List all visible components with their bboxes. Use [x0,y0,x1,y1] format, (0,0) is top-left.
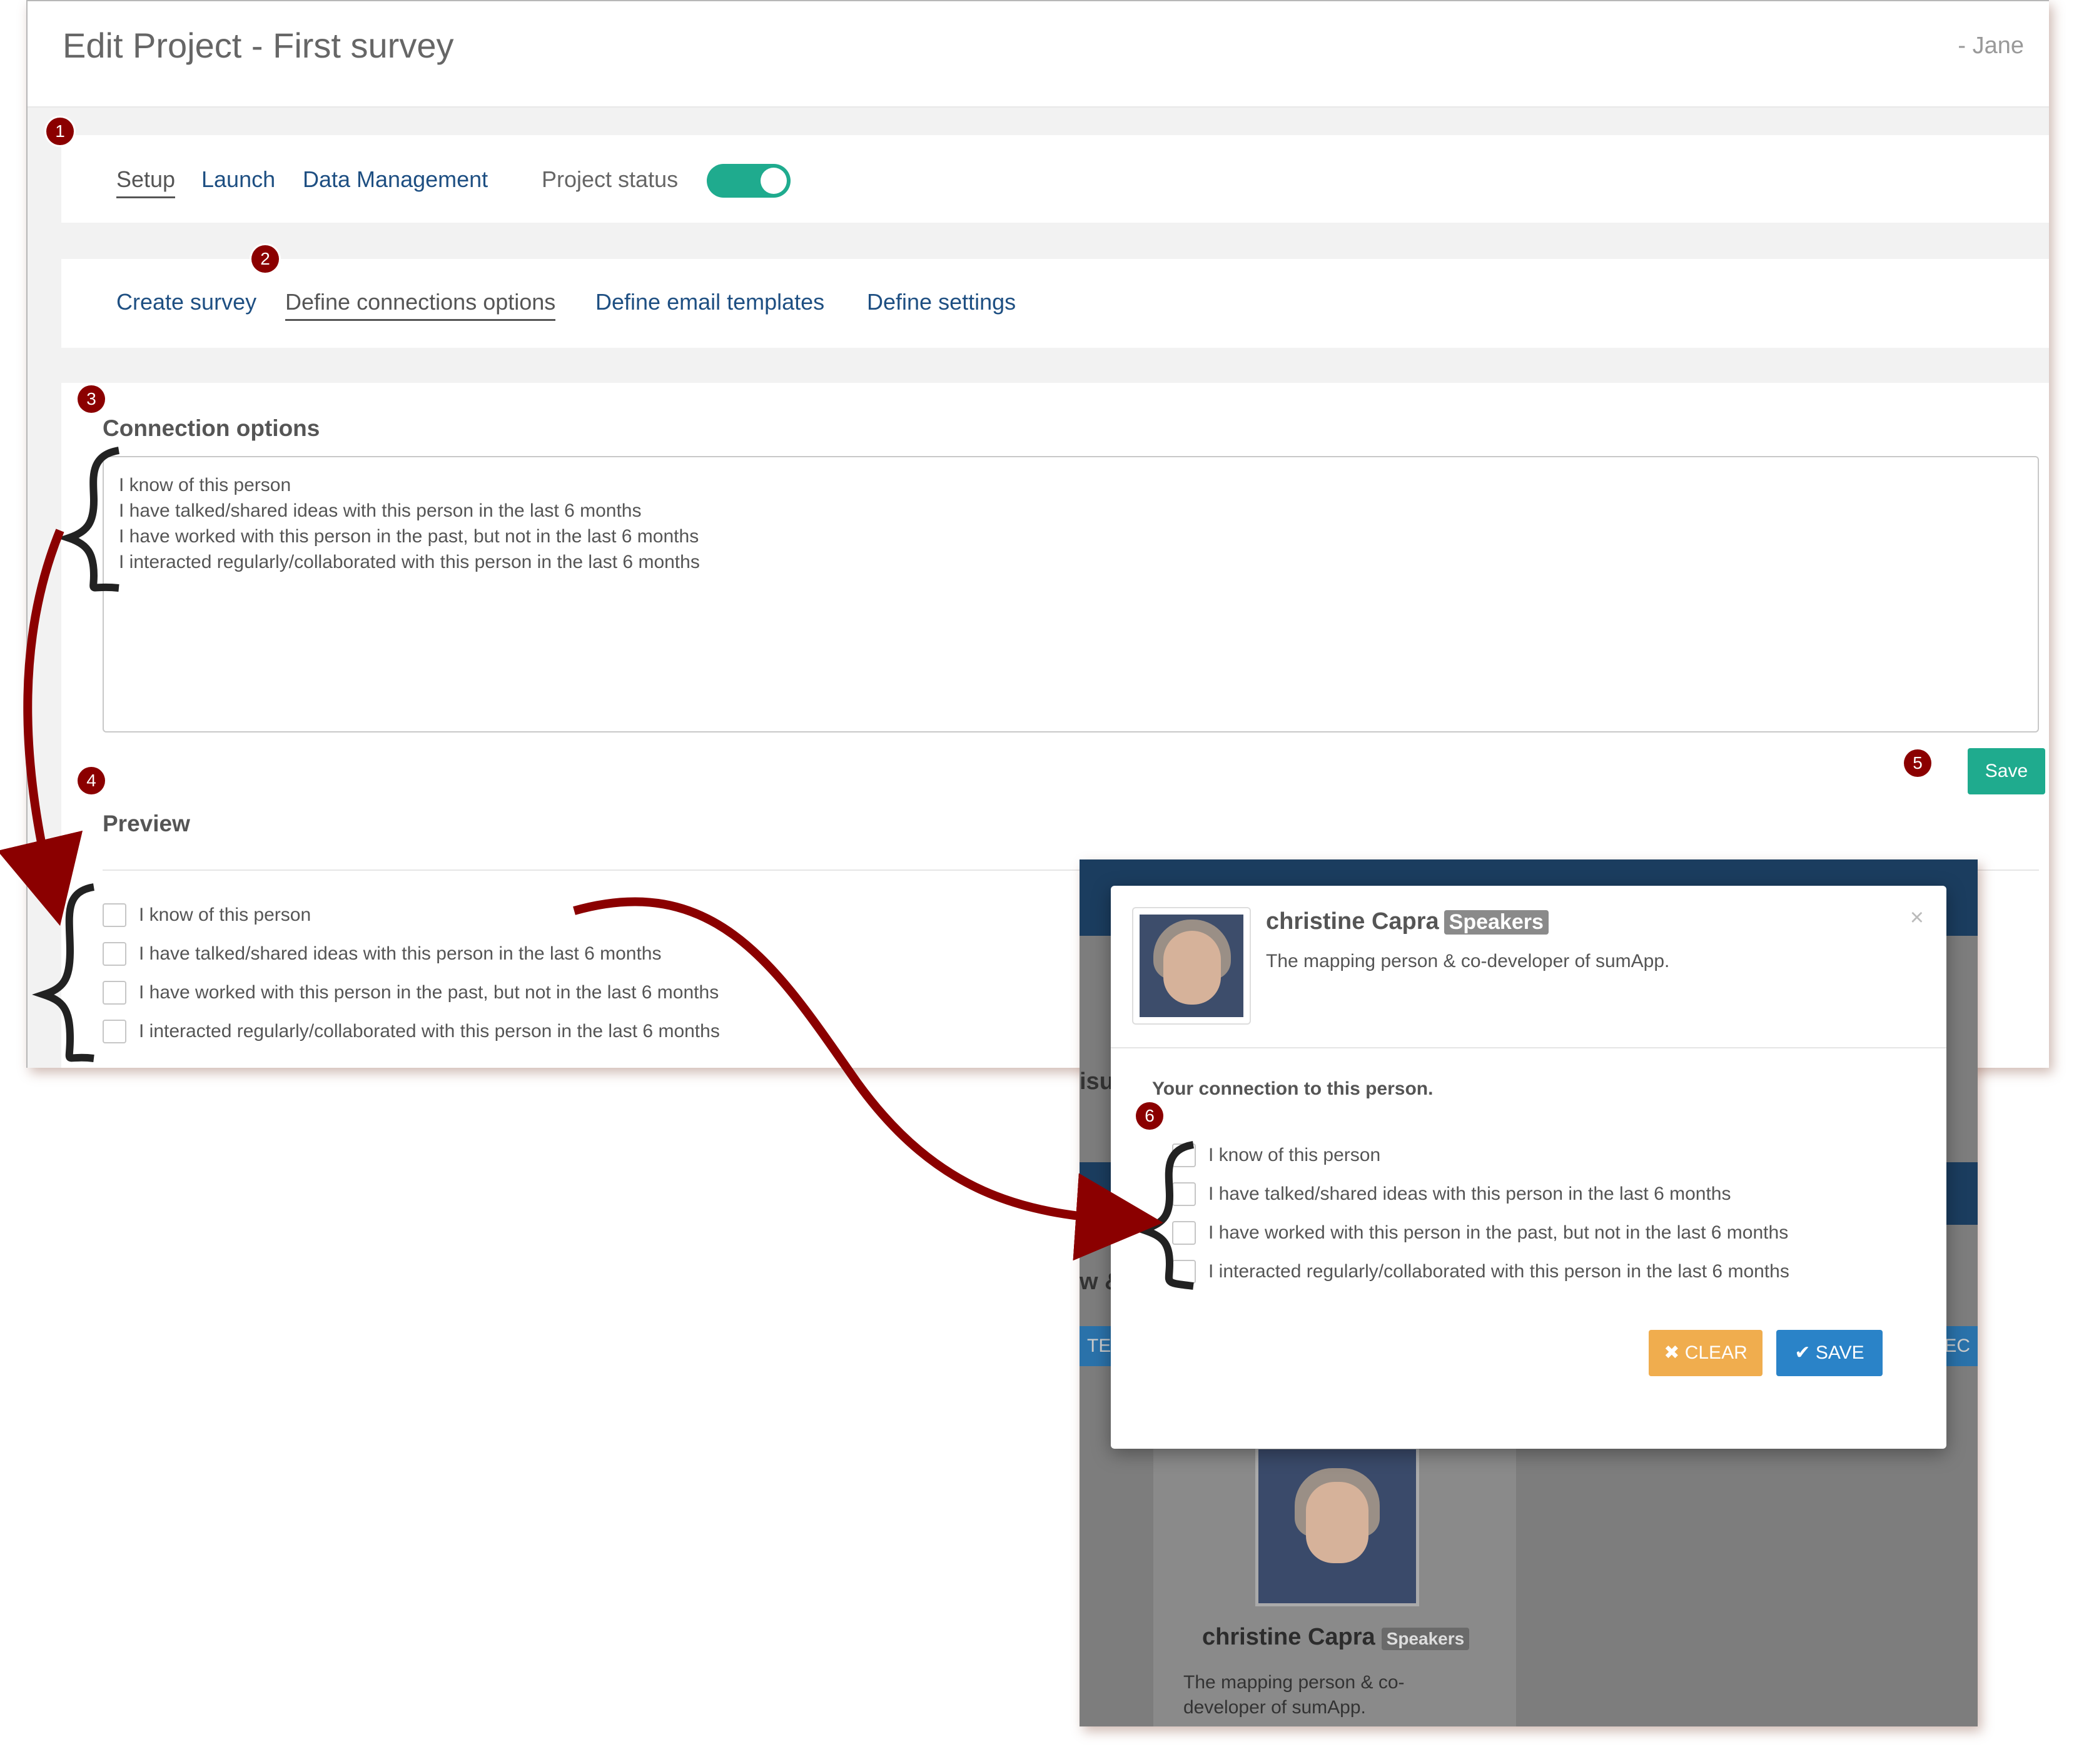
annotation-badge: 1 [46,118,74,145]
annotation-overlay [0,447,1195,1290]
annotation-badge: 6 [1136,1102,1163,1130]
arrow-icon [573,897,1163,1261]
arrow-icon [0,529,83,926]
brace-icon [1131,1141,1195,1290]
annotation-badge: 5 [1904,749,1931,777]
brace-icon [32,883,95,1062]
brace-icon [57,447,120,592]
annotation-badge: 2 [251,245,279,273]
annotation-badge: 3 [78,385,105,413]
annotation-badge: 4 [78,767,105,794]
